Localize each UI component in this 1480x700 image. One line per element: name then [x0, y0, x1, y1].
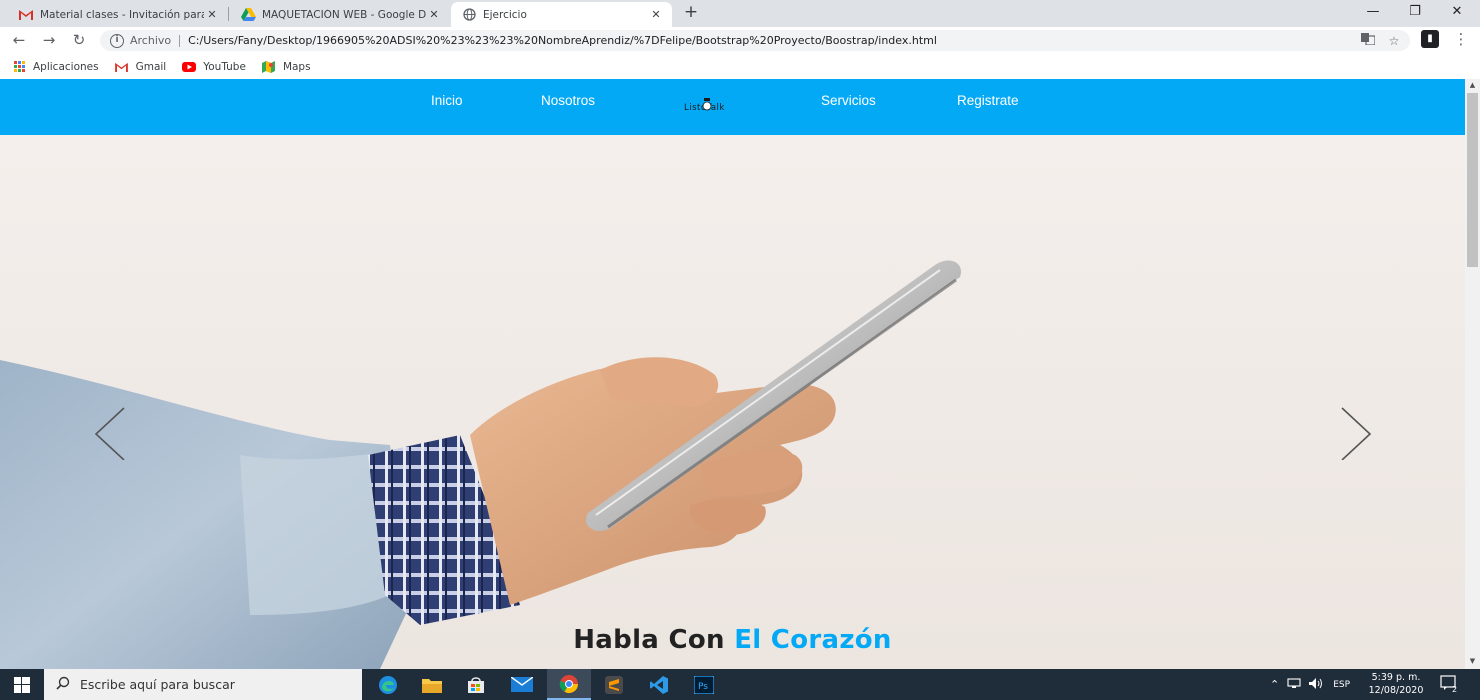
address-bar[interactable]: i Archivo C:/Users/Fany/Desktop/1966905%…: [100, 30, 1410, 51]
tab-gmail[interactable]: Material clases - Invitación para c ✕: [0, 2, 228, 27]
chevron-up-icon[interactable]: ⌃: [1270, 678, 1279, 691]
clock-time: 5:39 p. m.: [1371, 672, 1421, 683]
back-icon[interactable]: ←: [8, 30, 30, 52]
nav-link-servicios[interactable]: Servicios: [821, 93, 876, 108]
taskbar-search-box[interactable]: Escribe aquí para buscar: [44, 669, 362, 700]
hero-caption-accent: El Corazón: [734, 625, 892, 655]
page-viewport: Inicio Nosotros ListoTalk Servicios Regi…: [0, 79, 1465, 669]
scrollbar-thumb[interactable]: [1467, 93, 1478, 267]
site-navbar: Inicio Nosotros ListoTalk Servicios Regi…: [0, 79, 1465, 135]
close-icon[interactable]: ✕: [648, 8, 664, 21]
system-tray: ⌃ ESP: [1270, 669, 1350, 700]
new-tab-button[interactable]: +: [680, 3, 702, 23]
reload-icon[interactable]: ↻: [68, 30, 90, 52]
file-explorer-icon[interactable]: [410, 669, 454, 700]
globe-icon: [461, 7, 477, 23]
hero-caption-plain: Habla Con: [573, 625, 725, 655]
address-url[interactable]: C:/Users/Fany/Desktop/1966905%20ADSI%20%…: [188, 34, 1358, 47]
vscode-icon[interactable]: [637, 669, 681, 700]
tab-ejercicio[interactable]: Ejercicio ✕: [451, 2, 672, 27]
bookmark-label: Gmail: [135, 60, 167, 73]
bookmark-label: YouTube: [203, 60, 246, 73]
search-icon: [56, 676, 70, 693]
chevron-left-icon[interactable]: [92, 400, 132, 461]
clock-date: 12/08/2020: [1368, 685, 1424, 696]
minimize-icon[interactable]: —: [1352, 0, 1394, 27]
chevron-right-icon[interactable]: [1336, 400, 1376, 461]
bookmark-gmail[interactable]: Gmail: [115, 60, 167, 73]
gmail-icon: [18, 7, 34, 23]
notifications-button[interactable]: 2: [1440, 669, 1457, 700]
google-drive-icon: [240, 7, 256, 23]
tab-google-drive[interactable]: MAQUETACIÓN WEB - Google D ✕: [222, 2, 450, 27]
profile-avatar[interactable]: ▮: [1421, 30, 1439, 48]
close-window-icon[interactable]: ✕: [1436, 0, 1478, 27]
network-icon[interactable]: [1287, 677, 1301, 692]
taskbar-clock[interactable]: 5:39 p. m. 12/08/2020: [1366, 671, 1426, 697]
tab-title: Ejercicio: [483, 8, 527, 21]
nav-link-inicio[interactable]: Inicio: [431, 93, 463, 108]
windows-start-icon[interactable]: [0, 669, 44, 700]
notification-count: 2: [1452, 685, 1458, 694]
scroll-down-icon[interactable]: ▼: [1465, 657, 1480, 665]
info-icon[interactable]: i: [110, 33, 124, 48]
maps-icon: [262, 60, 276, 73]
nav-link-registrate[interactable]: Registrate: [957, 93, 1019, 108]
hero-caption: Habla Con El Corazón: [0, 625, 1465, 655]
windows-taskbar: Escribe aquí para buscar Ps ⌃ ESP 5:39 p…: [0, 669, 1480, 700]
browser-tab-strip: Material clases - Invitación para c ✕ MA…: [0, 0, 1480, 27]
bookmarks-bar: Aplicaciones Gmail YouTube Maps: [0, 54, 1480, 79]
bookmark-maps[interactable]: Maps: [262, 60, 311, 73]
volume-icon[interactable]: [1309, 677, 1323, 692]
apps-grid-icon: [12, 61, 26, 73]
site-logo[interactable]: ListoTalk: [683, 95, 735, 117]
language-indicator[interactable]: ESP: [1333, 680, 1350, 690]
hero-image: [0, 260, 961, 669]
restore-icon[interactable]: ❐: [1394, 0, 1436, 27]
mail-icon[interactable]: [500, 669, 544, 700]
tab-title: MAQUETACIÓN WEB - Google D: [262, 8, 426, 21]
gmail-icon: [115, 61, 129, 73]
bookmark-star-icon[interactable]: ☆: [1384, 34, 1404, 48]
address-scheme: Archivo: [130, 34, 172, 47]
photoshop-icon[interactable]: Ps: [682, 669, 726, 700]
svg-text:Ps: Ps: [698, 682, 708, 692]
taskbar-search-placeholder: Escribe aquí para buscar: [80, 677, 235, 692]
bookmark-label: Aplicaciones: [33, 60, 99, 73]
edge-icon[interactable]: [366, 669, 410, 700]
hero-carousel: Habla Con El Corazón: [0, 135, 1465, 669]
forward-icon[interactable]: →: [38, 30, 60, 52]
browser-menu-icon[interactable]: ⋮: [1452, 29, 1470, 49]
bookmark-youtube[interactable]: YouTube: [182, 61, 246, 73]
sublime-text-icon[interactable]: [592, 669, 636, 700]
tab-title: Material clases - Invitación para c: [40, 8, 204, 21]
close-icon[interactable]: ✕: [204, 8, 220, 21]
translate-icon[interactable]: [1358, 33, 1378, 48]
nav-link-nosotros[interactable]: Nosotros: [541, 93, 595, 108]
browser-toolbar: ← → ↻ i Archivo C:/Users/Fany/Desktop/19…: [0, 27, 1480, 54]
page-scrollbar[interactable]: ▲ ▼: [1465, 79, 1480, 669]
close-icon[interactable]: ✕: [426, 8, 442, 21]
bookmark-aplicaciones[interactable]: Aplicaciones: [12, 61, 99, 73]
bookmark-label: Maps: [282, 60, 311, 73]
store-icon[interactable]: [454, 669, 498, 700]
youtube-icon: [182, 61, 197, 73]
scroll-up-icon[interactable]: ▲: [1465, 81, 1480, 89]
chrome-icon[interactable]: [547, 669, 591, 700]
